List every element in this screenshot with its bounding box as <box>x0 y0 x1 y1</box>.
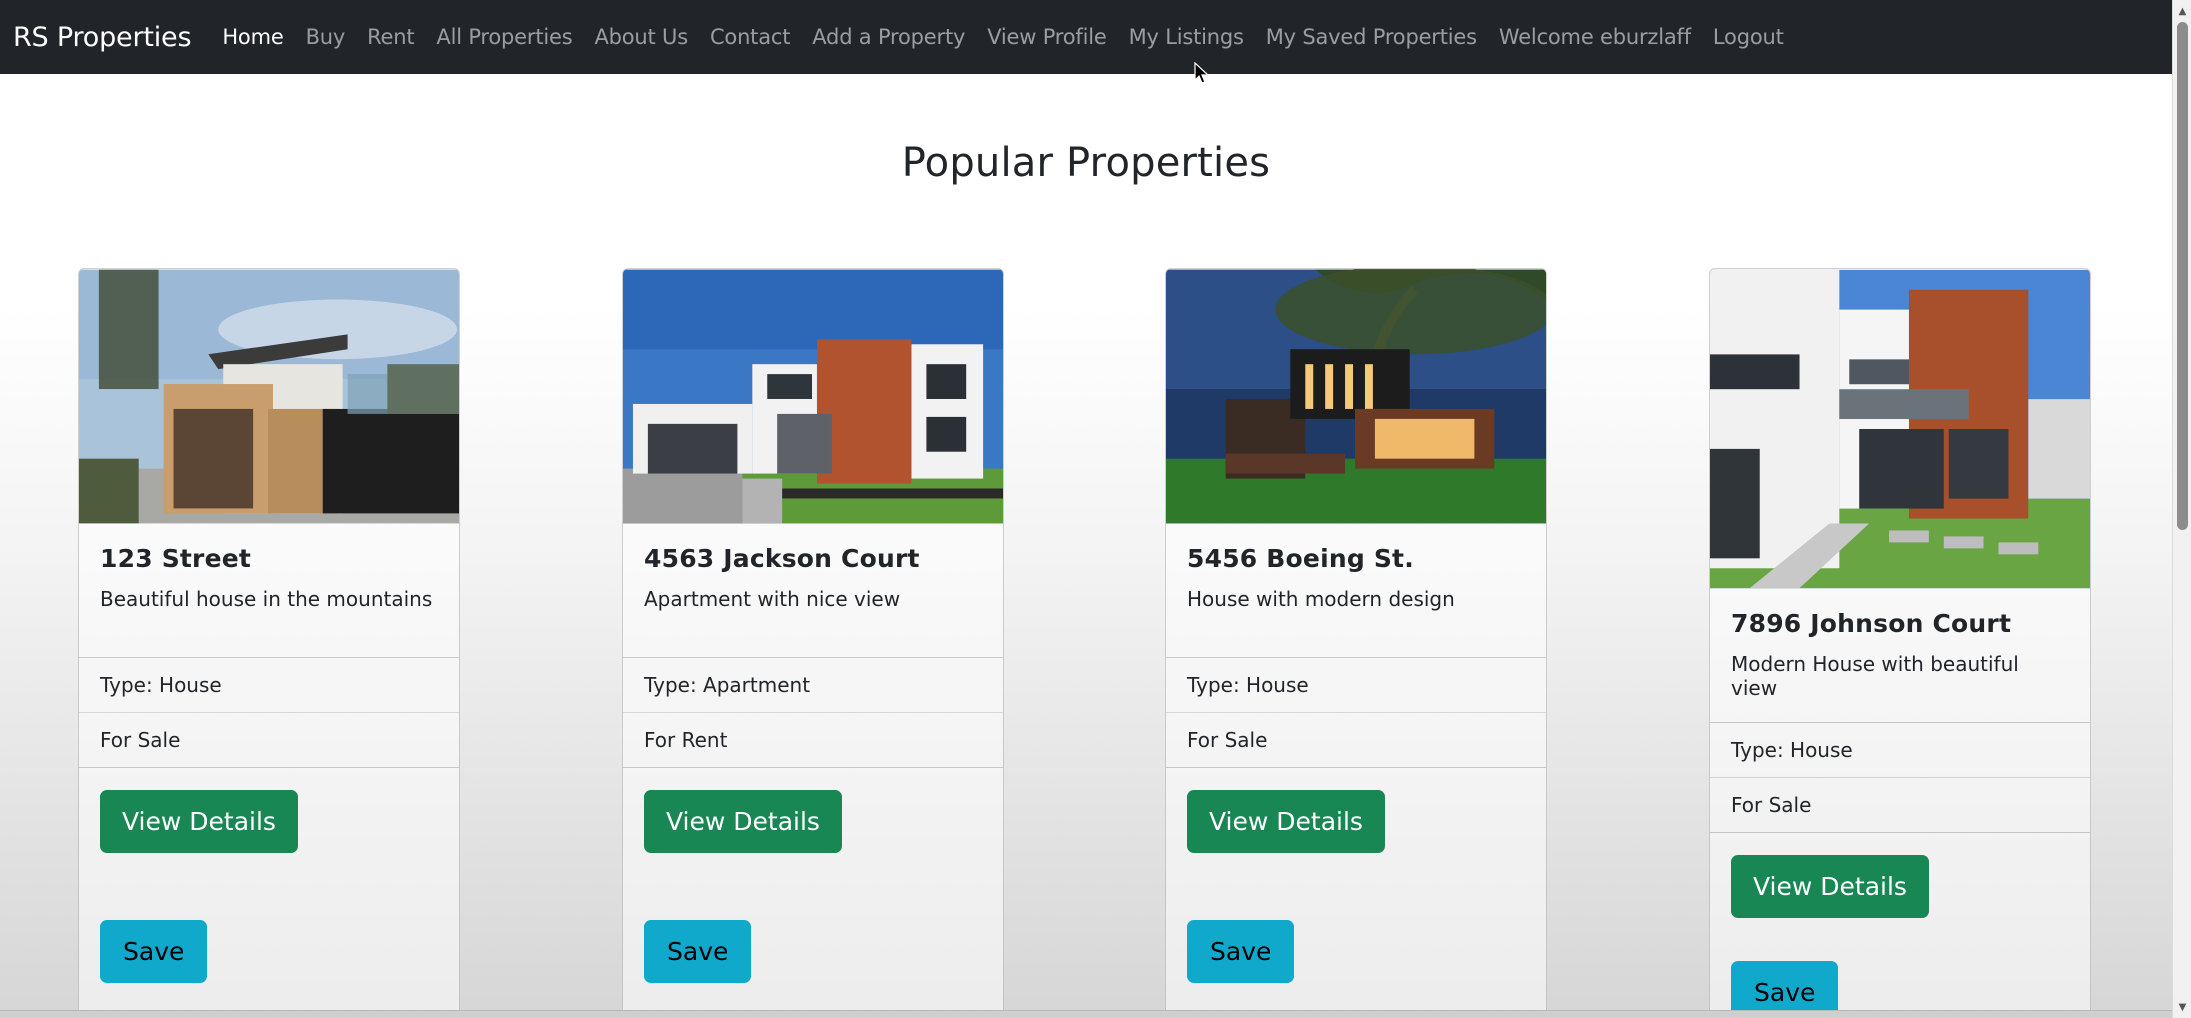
save-button[interactable]: Save <box>1187 920 1295 983</box>
card-actions: View Details Save <box>1166 768 1546 983</box>
scroll-up-arrow-icon[interactable]: ▲ <box>2173 2 2191 20</box>
scroll-down-arrow-icon[interactable]: ▼ <box>2173 998 2191 1016</box>
property-status: For Sale <box>79 713 459 768</box>
property-details-list: Type: House For Sale <box>1166 657 1546 768</box>
view-details-button[interactable]: View Details <box>100 790 298 853</box>
property-status: For Sale <box>1710 778 2090 833</box>
nav-link-welcome-user[interactable]: Welcome eburzlaff <box>1488 25 1702 49</box>
horizontal-scrollbar[interactable] <box>0 1010 2172 1018</box>
save-button[interactable]: Save <box>644 920 752 983</box>
property-photo <box>1710 269 2090 589</box>
card-body: 4563 Jackson Court Apartment with nice v… <box>623 524 1003 611</box>
property-card: 5456 Boeing St. House with modern design… <box>1165 268 1547 1018</box>
view-details-button[interactable]: View Details <box>1187 790 1385 853</box>
property-type: Type: House <box>1166 658 1546 713</box>
property-description: Beautiful house in the mountains <box>100 587 433 611</box>
nav-link-my-listings[interactable]: My Listings <box>1118 25 1255 49</box>
vertical-scrollbar[interactable]: ▲ ▼ <box>2172 0 2191 1018</box>
card-body: 123 Street Beautiful house in the mounta… <box>79 524 459 611</box>
property-photo <box>79 269 459 524</box>
card-actions: View Details Save <box>1710 833 2090 1017</box>
card-body: 5456 Boeing St. House with modern design <box>1166 524 1546 611</box>
nav-link-buy[interactable]: Buy <box>295 25 357 49</box>
nav-link-view-profile[interactable]: View Profile <box>976 25 1117 49</box>
property-details-list: Type: House For Sale <box>79 657 459 768</box>
nav-link-logout[interactable]: Logout <box>1702 25 1795 49</box>
view-details-button[interactable]: View Details <box>1731 855 1929 918</box>
save-button[interactable]: Save <box>100 920 208 983</box>
property-card: 123 Street Beautiful house in the mounta… <box>78 268 460 1018</box>
property-address: 4563 Jackson Court <box>644 544 920 573</box>
nav-link-add-property[interactable]: Add a Property <box>801 25 976 49</box>
scrollbar-thumb[interactable] <box>2177 22 2188 530</box>
nav-link-rent[interactable]: Rent <box>356 25 425 49</box>
property-address: 5456 Boeing St. <box>1187 544 1414 573</box>
property-photo <box>623 269 1003 524</box>
property-status: For Rent <box>623 713 1003 768</box>
navbar: RS Properties Home Buy Rent All Properti… <box>0 0 2172 74</box>
property-address: 123 Street <box>100 544 252 573</box>
property-status: For Sale <box>1166 713 1546 768</box>
nav-link-contact[interactable]: Contact <box>699 25 801 49</box>
nav-links: Home Buy Rent All Properties About Us Co… <box>211 25 1794 49</box>
page-title: Popular Properties <box>901 140 1271 186</box>
card-actions: View Details Save <box>623 768 1003 983</box>
nav-link-all-properties[interactable]: All Properties <box>425 25 583 49</box>
mouse-cursor-icon <box>1194 62 1210 84</box>
property-details-list: Type: Apartment For Rent <box>623 657 1003 768</box>
property-description: Modern House with beautiful view <box>1731 652 2019 700</box>
property-address: 7896 Johnson Court <box>1731 609 2012 638</box>
nav-link-my-saved-properties[interactable]: My Saved Properties <box>1255 25 1488 49</box>
card-body: 7896 Johnson Court Modern House with bea… <box>1710 589 2090 700</box>
brand-logo[interactable]: RS Properties <box>13 22 192 53</box>
nav-link-home[interactable]: Home <box>211 25 294 49</box>
property-description: House with modern design <box>1187 587 1455 611</box>
property-description: Apartment with nice view <box>644 587 901 611</box>
property-photo <box>1166 269 1546 524</box>
property-card: 7896 Johnson Court Modern House with bea… <box>1709 268 2091 1018</box>
nav-link-about-us[interactable]: About Us <box>583 25 698 49</box>
view-details-button[interactable]: View Details <box>644 790 842 853</box>
card-actions: View Details Save <box>79 768 459 983</box>
property-type: Type: Apartment <box>623 658 1003 713</box>
property-details-list: Type: House For Sale <box>1710 722 2090 833</box>
property-type: Type: House <box>79 658 459 713</box>
property-type: Type: House <box>1710 723 2090 778</box>
property-card: 4563 Jackson Court Apartment with nice v… <box>622 268 1004 1018</box>
